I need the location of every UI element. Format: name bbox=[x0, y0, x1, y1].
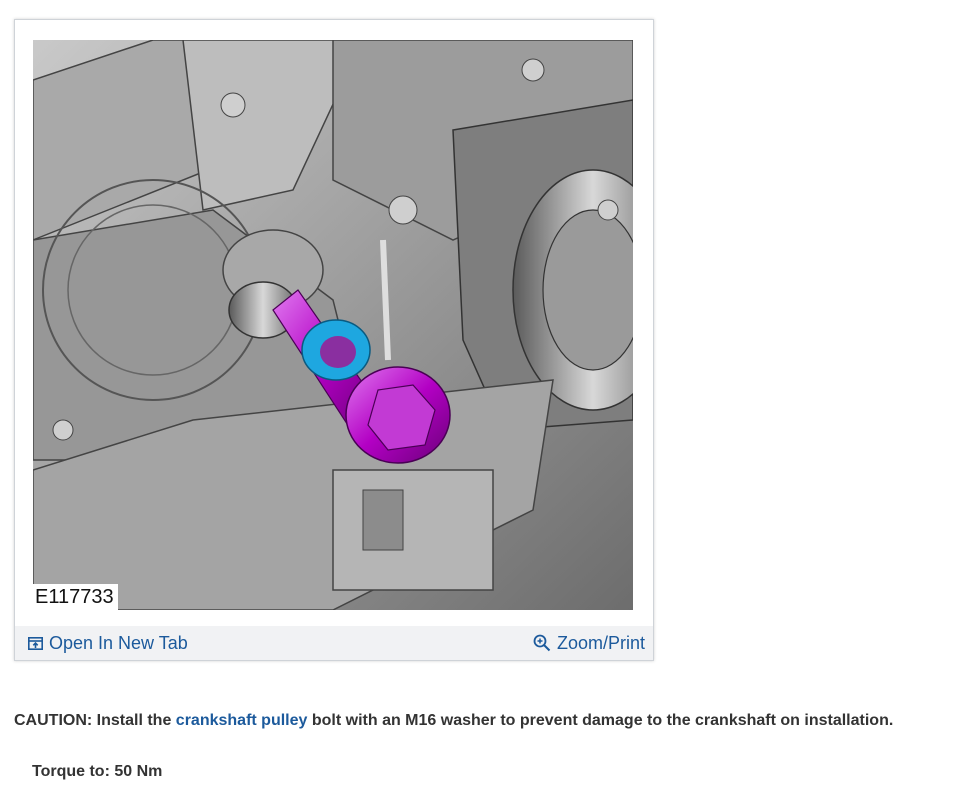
engine-illustration[interactable]: E117733 bbox=[33, 40, 633, 610]
open-in-new-tab-link[interactable]: Open In New Tab bbox=[28, 633, 188, 654]
torque-spec: Torque to: 50 Nm bbox=[32, 763, 162, 781]
crankshaft-pulley-link[interactable]: crankshaft pulley bbox=[176, 712, 308, 729]
figure-toolbar: Open In New Tab Zoom/Print bbox=[15, 626, 653, 660]
open-new-tab-icon bbox=[28, 636, 43, 650]
zoom-print-link[interactable]: Zoom/Print bbox=[533, 633, 645, 654]
caution-suffix: bolt with an M16 washer to prevent damag… bbox=[311, 712, 894, 729]
zoom-in-icon bbox=[533, 634, 551, 652]
torque-label: Torque to: bbox=[32, 763, 110, 780]
zoom-print-label: Zoom/Print bbox=[556, 632, 645, 653]
caution-text: CAUTION: Install the crankshaft pulley b… bbox=[14, 712, 893, 730]
open-in-new-tab-label: Open In New Tab bbox=[49, 632, 188, 653]
caution-prefix: CAUTION: Install the bbox=[14, 712, 172, 729]
figure-card: E117733 Open In New Tab Zoom/Print bbox=[14, 19, 654, 661]
torque-value: 50 Nm bbox=[114, 763, 163, 780]
figure-id-label: E117733 bbox=[33, 584, 118, 610]
engine-drawing bbox=[33, 40, 633, 610]
